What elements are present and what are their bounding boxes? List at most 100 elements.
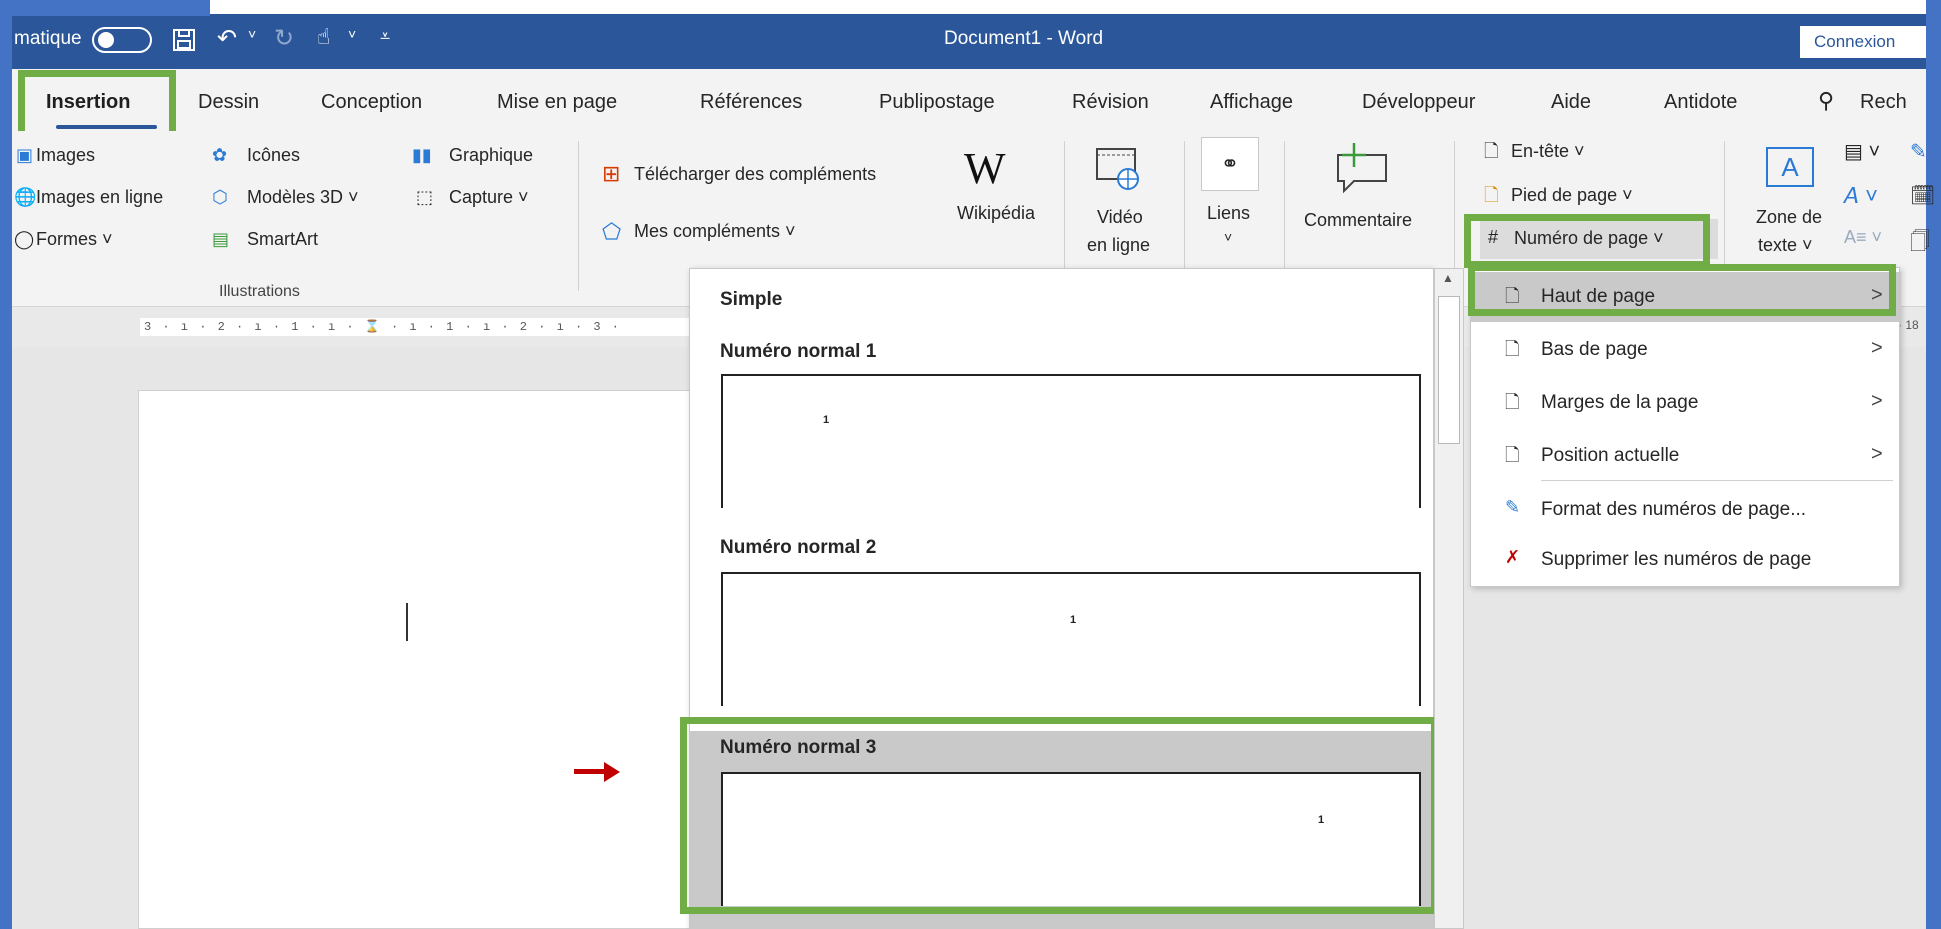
touch-mode-icon[interactable]: ☝ [317, 24, 330, 50]
footer-icon: 🗋 [1484, 185, 1499, 205]
images-button[interactable]: Images [36, 145, 95, 166]
zone-de-texte-label-1[interactable]: Zone de [1756, 207, 1822, 228]
undo-dropdown-icon[interactable]: ˅ [248, 26, 256, 42]
menu-item-label: Marges de la page [1541, 392, 1699, 413]
red-arrow-head-icon [604, 762, 620, 782]
scroll-up-icon[interactable]: ▲ [1442, 271, 1454, 285]
page-bottom-icon: 🗋 [1505, 339, 1520, 359]
gallery-item-title-1[interactable]: Numéro normal 1 [720, 341, 876, 363]
chevron-right-icon: > [1871, 390, 1883, 412]
gallery-section-title: Simple [720, 289, 783, 310]
remove-page-numbers-icon: ✗ [1505, 547, 1521, 567]
gallery-preview-2[interactable]: 1 [721, 572, 1421, 706]
pied-de-page-button[interactable]: Pied de page ˅ [1511, 185, 1633, 206]
highlight-numero-de-page [1464, 214, 1710, 268]
link-icon[interactable]: ⚭ [1201, 137, 1259, 191]
text-cursor [406, 603, 408, 641]
smartart-button[interactable]: SmartArt [247, 229, 318, 250]
menu-item-position-actuelle[interactable]: 🗋 Position actuelle > [1471, 431, 1901, 481]
tab-aide[interactable]: Aide [1551, 91, 1591, 114]
signature-line-icon[interactable]: ✎ [1910, 139, 1927, 164]
tab-affichage[interactable]: Affichage [1210, 91, 1293, 114]
menu-separator [1541, 480, 1893, 481]
liens-button[interactable]: Liens [1207, 203, 1250, 224]
autosave-toggle[interactable] [92, 27, 152, 53]
search-icon[interactable]: ⚲ [1818, 88, 1834, 114]
highlight-numero-normal-3 [680, 717, 1438, 914]
connexion-button[interactable]: Connexion [1800, 26, 1926, 58]
gallery-scroll-thumb[interactable] [1438, 296, 1460, 444]
tab-antidote[interactable]: Antidote [1664, 91, 1737, 114]
tab-conception[interactable]: Conception [321, 91, 422, 114]
menu-item-bas-de-page[interactable]: 🗋 Bas de page > [1471, 325, 1901, 375]
menu-item-label: Format des numéros de page... [1541, 499, 1807, 520]
graphique-button[interactable]: Graphique [449, 145, 533, 166]
drop-cap-icon: A≡ ˅ [1844, 227, 1883, 247]
quick-parts-icon[interactable]: ▤ ˅ [1844, 139, 1880, 164]
menu-item-label: Bas de page [1541, 339, 1648, 360]
icones-button[interactable]: Icônes [247, 145, 300, 166]
liens-dropdown-icon[interactable]: ˅ [1224, 229, 1232, 245]
images-icon: ▣ [16, 145, 34, 165]
wikipedia-icon[interactable]: W [964, 143, 1006, 194]
video-en-ligne-label-2[interactable]: en ligne [1087, 235, 1150, 256]
wordart-icon[interactable]: 𝘈 ˅ [1844, 183, 1878, 209]
chart-icon: ▮▮ [412, 145, 432, 165]
chevron-right-icon: > [1871, 443, 1883, 465]
icons-icon: ✿ [212, 145, 228, 165]
online-images-icon: 🌐 [14, 187, 37, 207]
tab-references[interactable]: Références [700, 91, 802, 114]
ruler-marks: 3 · ı · 2 · ı · 1 · ı · ⌛ · ı · 1 · ı · … [140, 318, 695, 336]
gallery-item-title-2[interactable]: Numéro normal 2 [720, 537, 876, 559]
text-box-icon[interactable]: A [1766, 147, 1814, 187]
tab-developpeur[interactable]: Développeur [1362, 91, 1475, 114]
current-position-icon: 🗋 [1505, 445, 1520, 465]
red-arrow-icon [574, 769, 606, 774]
customize-qat-icon[interactable]: ⩡ [380, 26, 390, 47]
menu-item-marges-de-la-page[interactable]: 🗋 Marges de la page > [1471, 378, 1901, 428]
wikipedia-button[interactable]: Wikipédia [957, 203, 1035, 224]
format-page-numbers-icon: ✎ [1505, 497, 1521, 517]
comment-icon[interactable] [1332, 141, 1392, 195]
menu-item-label: Position actuelle [1541, 445, 1680, 466]
my-add-ins-icon: ⬠ [602, 219, 622, 244]
tab-mise-en-page[interactable]: Mise en page [497, 91, 617, 114]
capture-button[interactable]: Capture ˅ [449, 187, 529, 208]
header-icon: 🗋 [1484, 141, 1499, 161]
page-margins-icon: 🗋 [1505, 392, 1520, 412]
illustrations-group-label: Illustrations [219, 283, 300, 300]
tab-publipostage[interactable]: Publipostage [879, 91, 995, 114]
search-label[interactable]: Rech [1860, 91, 1907, 114]
ribbon-tab-bar: Insertion Dessin Conception Mise en page… [12, 69, 1926, 131]
menu-item-supprimer-les-numeros[interactable]: ✗ Supprimer les numéros de page [1471, 535, 1901, 585]
touch-dropdown-icon[interactable]: ˅ [348, 26, 356, 42]
screenshot-icon: ⬚ [416, 187, 434, 207]
mes-complements-button[interactable]: Mes compléments ˅ [634, 221, 796, 242]
chevron-right-icon: > [1871, 337, 1883, 359]
highlight-haut-de-page [1468, 264, 1896, 316]
images-en-ligne-button[interactable]: Images en ligne [36, 187, 163, 208]
gallery-preview-1[interactable]: 1 [721, 374, 1421, 508]
menu-item-format-des-numeros[interactable]: ✎ Format des numéros de page... [1471, 485, 1901, 535]
redo-icon: ↻ [274, 25, 295, 52]
en-tete-button[interactable]: En-tête ˅ [1511, 141, 1585, 162]
zone-de-texte-label-2[interactable]: texte ˅ [1758, 235, 1813, 256]
tab-dessin[interactable]: Dessin [198, 91, 259, 114]
modeles-3d-button[interactable]: Modèles 3D ˅ [247, 187, 359, 208]
undo-icon[interactable]: ↶ [217, 24, 237, 53]
tab-revision[interactable]: Révision [1072, 91, 1149, 114]
shapes-icon: ◯ [14, 229, 35, 249]
add-ins-store-icon: ⊞ [602, 161, 621, 186]
telecharger-complements-button[interactable]: Télécharger des compléments [634, 164, 876, 185]
save-icon[interactable] [172, 28, 196, 52]
frame-left-border [0, 0, 12, 929]
formes-button[interactable]: Formes ˅ [36, 229, 113, 250]
date-time-icon[interactable]: 🗓 [1910, 183, 1935, 208]
frame-right-border [1926, 0, 1941, 929]
commentaire-button[interactable]: Commentaire [1304, 210, 1412, 231]
autosave-label: matique [14, 28, 82, 49]
online-video-icon[interactable] [1094, 145, 1142, 193]
ruler-right-mark: · 18 [1898, 318, 1919, 332]
video-en-ligne-label-1[interactable]: Vidéo [1097, 207, 1143, 228]
object-icon[interactable]: 🗍 [1910, 227, 1930, 261]
